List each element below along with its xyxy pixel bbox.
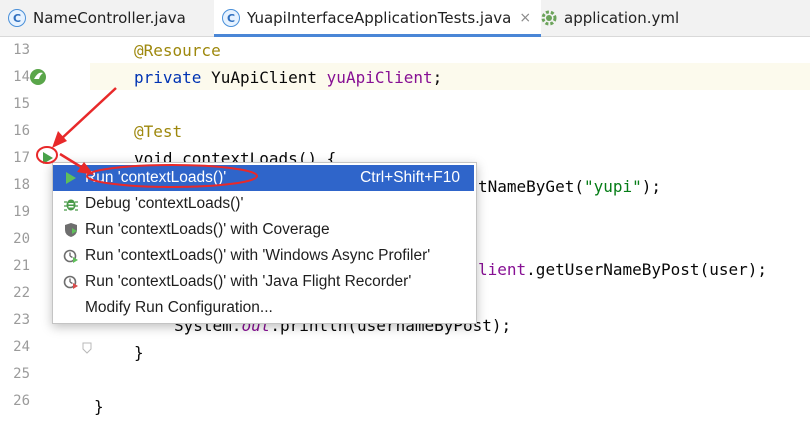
- line-number: 13: [13, 42, 30, 58]
- code-fragment: );: [641, 177, 662, 196]
- line-number: 16: [13, 123, 30, 139]
- menu-item-label: Run 'contextLoads()': [85, 169, 227, 186]
- menu-item-label: Run 'contextLoads()' with 'Windows Async…: [85, 247, 431, 264]
- menu-item-label: Modify Run Configuration...: [85, 299, 273, 316]
- menu-item-flight-recorder[interactable]: Run 'contextLoads()' with 'Java Flight R…: [53, 269, 474, 295]
- code-fragment: .getUserNameByPost(user);: [526, 260, 767, 279]
- close-icon[interactable]: ×: [519, 10, 531, 26]
- code-line-26: }: [94, 397, 104, 416]
- code-fragment: tNameByGet(: [478, 177, 584, 196]
- menu-item-label: Run 'contextLoads()' with 'Java Flight R…: [85, 273, 412, 290]
- menu-item-label: Debug 'contextLoads()': [85, 195, 244, 212]
- editor-tab-bar: C NameController.java C YuapiInterfaceAp…: [0, 0, 810, 37]
- field-name: yuApiClient: [326, 68, 433, 87]
- yaml-config-icon: [541, 10, 557, 26]
- semicolon: ;: [432, 68, 443, 87]
- menu-item-debug[interactable]: Debug 'contextLoads()': [53, 191, 474, 217]
- line-number: 26: [13, 393, 30, 409]
- field-name: lient: [478, 260, 527, 279]
- annotation: @Test: [134, 122, 183, 141]
- annotation: @Resource: [134, 41, 221, 60]
- java-class-icon: C: [8, 9, 26, 27]
- line-number: 15: [13, 96, 30, 112]
- code-line-18: tNameByGet("yupi");: [478, 177, 661, 196]
- closing-brace: }: [94, 397, 104, 416]
- string-literal: "yupi": [583, 177, 642, 196]
- profiler-icon: [60, 248, 82, 264]
- menu-item-coverage[interactable]: Run 'contextLoads()' with Coverage: [53, 217, 474, 243]
- line-number: 19: [13, 204, 30, 220]
- run-context-menu: Run 'contextLoads()' Ctrl+Shift+F10 Debu…: [52, 162, 477, 324]
- spring-bean-icon[interactable]: [27, 67, 49, 87]
- code-line-14: private YuApiClient yuApiClient;: [134, 68, 442, 87]
- line-number: 21: [13, 258, 30, 274]
- code-line-13: @Resource: [134, 41, 221, 60]
- keyword: private: [134, 68, 202, 87]
- tab-label: NameController.java: [33, 9, 186, 27]
- flight-recorder-icon: [60, 274, 82, 290]
- run-icon: [60, 171, 82, 185]
- line-number: 18: [13, 177, 30, 193]
- tab-yuapi-tests[interactable]: C YuapiInterfaceApplicationTests.java ×: [214, 0, 542, 37]
- line-number: 17: [13, 150, 30, 166]
- menu-item-run[interactable]: Run 'contextLoads()' Ctrl+Shift+F10: [53, 165, 474, 191]
- java-class-icon: C: [222, 9, 240, 27]
- menu-item-shortcut: Ctrl+Shift+F10: [360, 169, 460, 186]
- menu-item-label: Run 'contextLoads()' with Coverage: [85, 221, 330, 238]
- line-number: 24: [13, 339, 30, 355]
- code-line-21: lient.getUserNameByPost(user);: [478, 260, 767, 279]
- line-number: 14: [13, 69, 30, 85]
- fold-marker-icon[interactable]: [82, 342, 92, 354]
- tab-name-controller[interactable]: C NameController.java: [8, 0, 186, 36]
- tab-label: YuapiInterfaceApplicationTests.java: [247, 9, 512, 27]
- debug-icon: [60, 196, 82, 212]
- menu-item-modify-config[interactable]: Modify Run Configuration...: [53, 295, 474, 321]
- line-number: 25: [13, 366, 30, 382]
- line-number: 22: [13, 285, 30, 301]
- type-name: YuApiClient: [201, 68, 327, 87]
- tab-application-yml[interactable]: application.yml: [540, 0, 679, 36]
- tab-label: application.yml: [564, 9, 680, 27]
- code-line-24: }: [134, 343, 144, 362]
- line-number: 20: [13, 231, 30, 247]
- line-number: 23: [13, 312, 30, 328]
- coverage-icon: [60, 222, 82, 238]
- code-line-16: @Test: [134, 122, 182, 141]
- closing-brace: }: [134, 343, 144, 362]
- menu-item-async-profiler[interactable]: Run 'contextLoads()' with 'Windows Async…: [53, 243, 474, 269]
